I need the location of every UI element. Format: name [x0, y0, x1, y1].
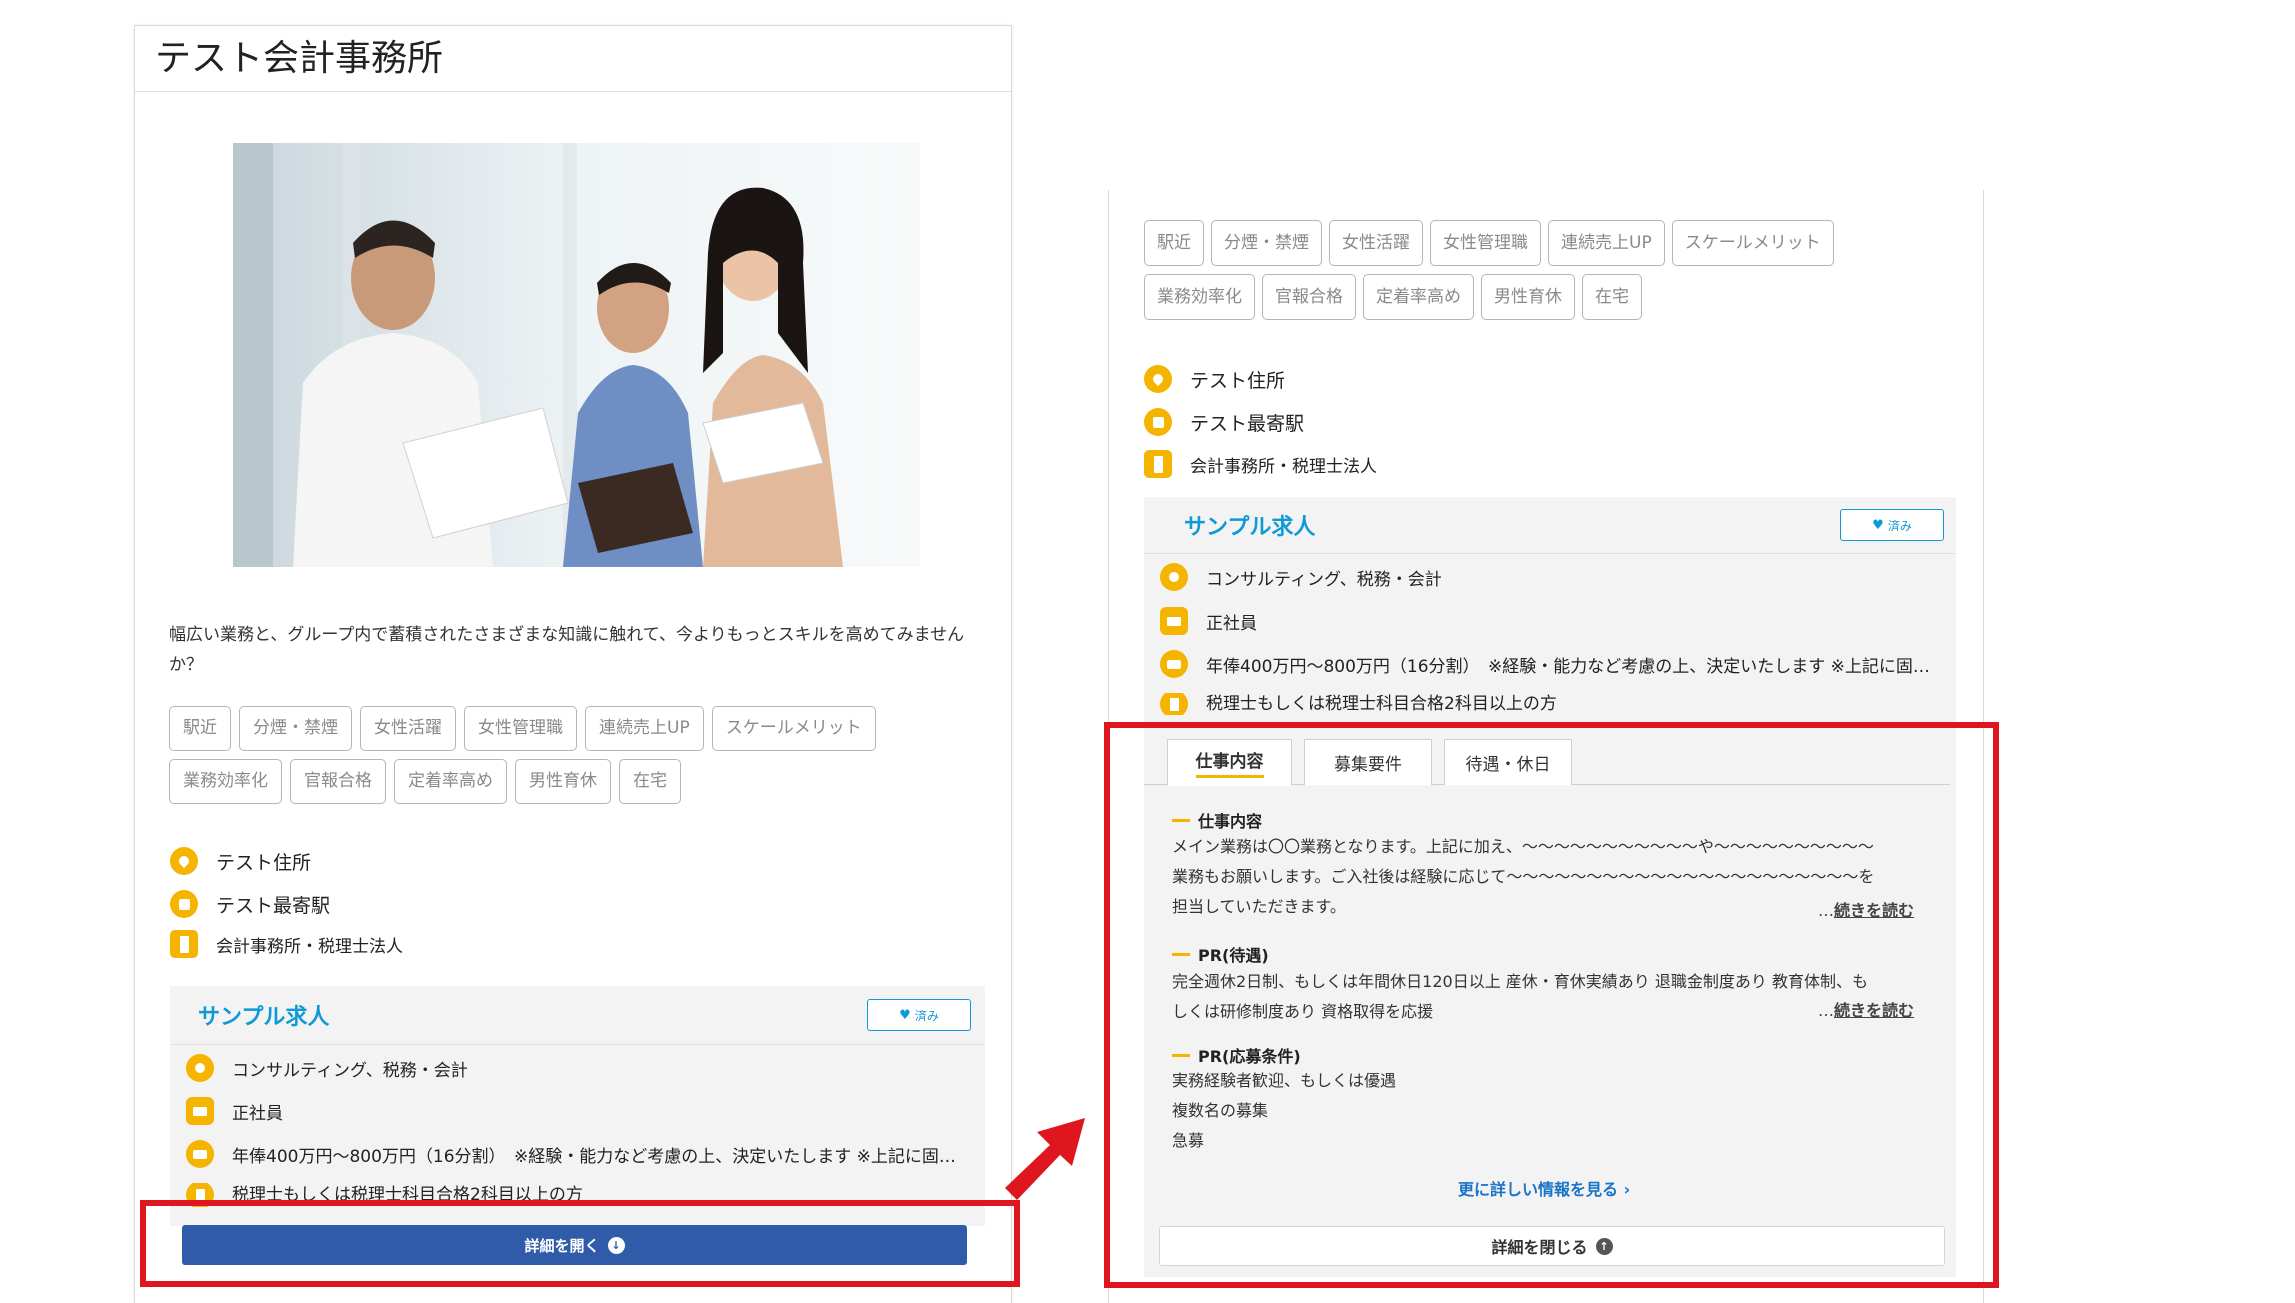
address-text: テスト住所: [1190, 369, 1286, 392]
highlight-expanded-detail: [1104, 722, 1999, 1288]
heart-icon: ♥: [899, 1007, 911, 1023]
tag-item: 連続売上UP: [1548, 220, 1665, 266]
job-employment: 正社員: [232, 1103, 283, 1124]
person-icon: [1160, 563, 1188, 591]
tag-item: 業務効率化: [169, 759, 282, 804]
tag-item: 定着率高め: [394, 759, 507, 804]
favorite-button[interactable]: ♥ 済み: [1840, 509, 1944, 541]
job-salary: 年俸400万円～800万円（16分割） ※経験・能力など考慮の上、決定いたします…: [1206, 656, 1930, 677]
tag-item: 女性管理職: [464, 706, 577, 751]
tag-item: 女性活躍: [360, 706, 456, 751]
job-salary-row: 年俸400万円～800万円（16分割） ※経験・能力など考慮の上、決定いたします…: [186, 1140, 956, 1168]
tag-item: 駅近: [169, 706, 231, 751]
category-row: 会計事務所・税理士法人: [1144, 450, 1377, 478]
favorite-label: 済み: [914, 1008, 939, 1023]
station-row: テスト最寄駅: [170, 890, 330, 918]
job-title[interactable]: サンプル求人: [1184, 509, 1315, 541]
job-requirement: 税理士もしくは税理士科目合格2科目以上の方: [1206, 694, 1557, 714]
tag-item: 駅近: [1144, 220, 1204, 266]
location-pin-icon: [170, 847, 198, 875]
building-icon: [1144, 450, 1172, 478]
station-row: テスト最寄駅: [1144, 408, 1304, 436]
tag-item: 女性活躍: [1329, 220, 1423, 266]
category-row: 会計事務所・税理士法人: [170, 930, 403, 958]
address-row: テスト住所: [1144, 365, 1285, 393]
job-field: コンサルティング、税務・会計: [232, 1060, 468, 1081]
tag-item: 業務効率化: [1144, 274, 1255, 320]
money-icon: [1160, 650, 1188, 678]
document-icon: [1160, 693, 1188, 715]
category-text: 会計事務所・税理士法人: [1190, 456, 1377, 477]
train-icon: [170, 890, 198, 918]
favorite-button[interactable]: ♥ 済み: [867, 999, 971, 1031]
station-text: テスト最寄駅: [216, 894, 331, 917]
id-card-icon: [186, 1097, 214, 1125]
job-header: サンプル求人 ♥ 済み: [170, 986, 985, 1045]
tag-item: 分煙・禁煙: [1211, 220, 1322, 266]
office-title: テスト会計事務所: [135, 26, 1011, 92]
tag-list-expanded: 駅近 分煙・禁煙 女性活躍 女性管理職 連続売上UP スケールメリット 業務効率…: [1144, 220, 1864, 320]
train-icon: [1144, 408, 1172, 436]
tag-item: スケールメリット: [711, 706, 876, 751]
address-text: テスト住所: [216, 851, 312, 874]
tag-item: 官報合格: [290, 759, 386, 804]
tag-item: 在宅: [619, 759, 681, 804]
tag-item: 連続売上UP: [585, 706, 704, 751]
favorite-label: 済み: [1887, 518, 1912, 533]
job-title[interactable]: サンプル求人: [198, 999, 329, 1031]
tag-item: 定着率高め: [1363, 274, 1474, 320]
job-field: コンサルティング、税務・会計: [1206, 569, 1442, 590]
tag-item: 在宅: [1582, 274, 1642, 320]
job-employment: 正社員: [1206, 613, 1257, 634]
heart-icon: ♥: [1872, 517, 1884, 533]
office-description: 幅広い業務と、グループ内で蓄積されたさまざまな知識に触れて、今よりもっとスキルを…: [169, 625, 965, 675]
station-text: テスト最寄駅: [1190, 412, 1305, 435]
tag-item: スケールメリット: [1671, 220, 1834, 266]
job-requirement-row: 税理士もしくは税理士科目合格2科目以上の方: [1160, 693, 1557, 715]
tag-item: 男性育休: [1481, 274, 1575, 320]
location-pin-icon: [1144, 365, 1172, 393]
tag-item: 女性管理職: [1430, 220, 1541, 266]
tag-list: 駅近 分煙・禁煙 女性活躍 女性管理職 連続売上UP スケールメリット 業務効率…: [169, 706, 889, 804]
red-arrow-icon: [1005, 1118, 1085, 1200]
tag-item: 官報合格: [1262, 274, 1356, 320]
tag-item: 男性育休: [515, 759, 611, 804]
id-card-icon: [1160, 607, 1188, 635]
job-employment-row: 正社員: [1160, 607, 1257, 635]
person-icon: [186, 1054, 214, 1082]
highlight-open-button: [140, 1200, 1020, 1287]
job-field-row: コンサルティング、税務・会計: [186, 1054, 468, 1082]
category-text: 会計事務所・税理士法人: [216, 936, 403, 957]
job-salary-row: 年俸400万円～800万円（16分割） ※経験・能力など考慮の上、決定いたします…: [1160, 650, 1930, 678]
money-icon: [186, 1140, 214, 1168]
job-salary: 年俸400万円～800万円（16分割） ※経験・能力など考慮の上、決定いたします…: [232, 1146, 956, 1167]
office-photo-illustration: [233, 143, 920, 567]
job-header: サンプル求人 ♥ 済み: [1144, 497, 1956, 554]
office-photo: [233, 143, 920, 567]
address-row: テスト住所: [170, 847, 311, 875]
job-field-row: コンサルティング、税務・会計: [1160, 563, 1442, 591]
tag-item: 分煙・禁煙: [239, 706, 352, 751]
job-employment-row: 正社員: [186, 1097, 283, 1125]
building-icon: [170, 930, 198, 958]
job-card: サンプル求人 ♥ 済み コンサルティング、税務・会計 正社員 年俸400万円～8…: [170, 986, 985, 1226]
